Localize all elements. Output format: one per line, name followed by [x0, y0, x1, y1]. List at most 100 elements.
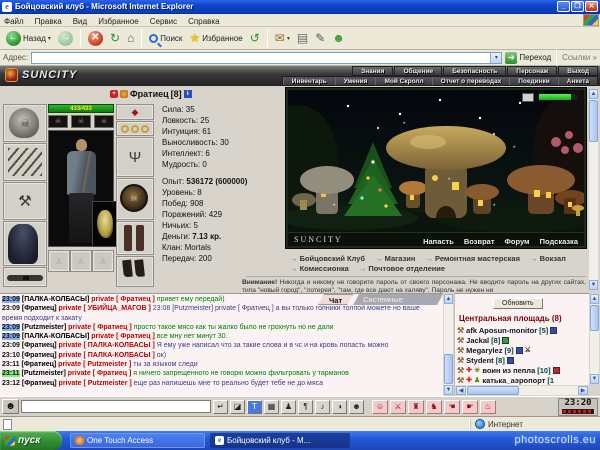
battle-log-icon[interactable]: ☠ [71, 115, 91, 128]
tower-icon[interactable]: ♜ [408, 400, 424, 414]
attack-icon[interactable]: ⚔ [390, 400, 406, 414]
disk-icon[interactable]: ▦ [264, 400, 279, 414]
messenger-button[interactable]: ☻ [330, 30, 347, 46]
nav-bottom-0[interactable]: Инвентарь [283, 77, 335, 85]
player-badge[interactable] [516, 347, 523, 354]
attack-icon[interactable]: ⚒ [457, 346, 464, 355]
location-link[interactable]: → Почтовое отделение [359, 264, 445, 273]
helmet-slot[interactable]: ☠ [3, 104, 47, 142]
nav-bottom-3[interactable]: Отчет о переводах [432, 77, 510, 85]
hammer-slot[interactable]: ⚒ [3, 182, 47, 220]
edit-button[interactable]: ✎ [313, 30, 327, 46]
refresh-button[interactable]: ↻ [108, 30, 122, 46]
scene-action-1[interactable]: Возврат [464, 237, 495, 246]
suncity-logo[interactable]: SUNCITY [5, 68, 77, 82]
online-v-scrollbar[interactable]: ▲ ▼ [589, 293, 600, 385]
player-row[interactable]: ⚒Jackal[8] [457, 335, 583, 345]
weapon-slot[interactable] [3, 143, 47, 181]
smiley-picker-button[interactable]: ☻ [2, 399, 19, 414]
scroll-up-icon[interactable]: ▲ [589, 89, 598, 99]
boots-slot[interactable] [116, 256, 154, 287]
scroll-thumb[interactable] [590, 305, 599, 331]
knight-icon[interactable]: ♞ [426, 400, 442, 414]
attack-icon[interactable]: ⚒ [457, 356, 464, 365]
attack-icon[interactable]: ⚒ [457, 336, 464, 345]
start-button[interactable]: пуск [0, 431, 62, 450]
location-link[interactable]: → Бойцовский Клуб [290, 254, 365, 263]
bird-figurine-slot[interactable] [92, 201, 117, 247]
menu-item-2[interactable]: Вид [73, 17, 87, 26]
history-button[interactable]: ↺ [248, 30, 262, 46]
go-button[interactable]: ➜ Переход [505, 52, 551, 64]
nav-top-4[interactable]: Выход [558, 66, 598, 76]
location-link[interactable]: → Вокзал [530, 254, 566, 263]
print-button[interactable]: ▤ [295, 30, 310, 46]
hot-icon[interactable]: ♨ [480, 400, 496, 414]
trophy-slot[interactable]: ♙ [70, 250, 92, 272]
player-row[interactable]: ⚒✚☣воин из пепла[10] [457, 365, 583, 375]
player-row[interactable]: ⚒✚♟катька_аэропорт[1 [457, 375, 583, 385]
menu-item-0[interactable]: Файл [4, 17, 24, 26]
people-icon[interactable]: ☻ [349, 400, 364, 414]
taskbar-task-browser[interactable]: e Бойцовский клуб - М... [210, 433, 350, 448]
menu-item-4[interactable]: Сервис [150, 17, 177, 26]
online-h-scrollbar[interactable]: ◀ ▶ [455, 385, 589, 396]
home-button[interactable]: ⌂ [125, 30, 136, 46]
scene-action-2[interactable]: Форум [505, 237, 530, 246]
player-badge[interactable] [550, 327, 557, 334]
refresh-button[interactable]: Обновить [493, 298, 543, 309]
scroll-down-icon[interactable]: ▼ [589, 280, 598, 290]
scroll-up-icon[interactable]: ▲ [590, 294, 599, 304]
location-link[interactable]: → Магазин [375, 254, 415, 263]
back-dropdown-icon[interactable]: ▾ [48, 35, 51, 42]
scroll-right-icon[interactable]: ▶ [578, 386, 588, 395]
taskbar-task-one-touch[interactable]: One Touch Access [70, 433, 205, 448]
address-dropdown-icon[interactable]: ▾ [490, 53, 501, 63]
nav-bottom-5[interactable]: Анкета [558, 77, 597, 85]
trophy-slot[interactable]: ♙ [48, 250, 70, 272]
filter-text-icon[interactable]: T [247, 400, 262, 414]
hand-right-icon[interactable]: ☛ [462, 400, 478, 414]
attack-icon[interactable]: ⚒ [457, 376, 464, 385]
amulet-slot[interactable]: ◆ [116, 104, 154, 120]
player-row[interactable]: ⚒afk Aposun-monitor[5] [457, 325, 583, 335]
battle-log-icon[interactable]: ☠ [48, 115, 68, 128]
scroll-left-icon[interactable]: ◀ [456, 386, 466, 395]
nav-top-1[interactable]: Общение [394, 66, 442, 76]
trophy-slot[interactable]: ♙ [92, 250, 114, 272]
tab-chat[interactable]: Чат [318, 294, 353, 305]
chat-scrollbar[interactable]: ▲ ▼ [443, 293, 454, 396]
maximize-button[interactable]: ❐ [571, 1, 584, 12]
scroll-down-icon[interactable]: ▼ [590, 374, 599, 384]
filter-pl-icon[interactable]: ¶ [298, 400, 313, 414]
enter-icon[interactable]: ↵ [213, 400, 228, 414]
back-button[interactable]: ← Назад ▾ [4, 30, 53, 47]
minimize-button[interactable]: _ [557, 1, 570, 12]
location-link[interactable]: → Комиссионка [290, 264, 349, 273]
belt-slot[interactable] [3, 267, 47, 287]
scroll-thumb[interactable] [467, 386, 519, 395]
links-label[interactable]: Ссылки » [562, 53, 597, 62]
attack-icon[interactable]: ⚒ [457, 326, 464, 335]
nav-bottom-1[interactable]: Умения [335, 77, 376, 85]
battle-log-icon[interactable]: ☠ [94, 115, 114, 128]
minimap-button[interactable] [522, 93, 534, 102]
smiley-icon[interactable]: ☺ [372, 400, 388, 414]
location-link[interactable]: → Ремонтная мастерская [425, 254, 520, 263]
favorites-button[interactable]: ★ Избранное [187, 30, 244, 46]
player-row[interactable]: ⚒Stydent[8] [457, 355, 583, 365]
mail-button[interactable]: ✉▾ [273, 30, 292, 46]
menu-item-3[interactable]: Избранное [98, 17, 139, 26]
scroll-thumb[interactable] [444, 354, 453, 384]
nav-top-2[interactable]: Безопасность [443, 66, 506, 76]
scroll-down-icon[interactable]: ▼ [444, 385, 453, 395]
nav-top-3[interactable]: Персонаж [507, 66, 557, 76]
shield-slot[interactable]: ☠ [116, 178, 154, 220]
scroll-up-icon[interactable]: ▲ [444, 294, 453, 304]
tab-system-messages[interactable]: Системные сообщения [353, 294, 443, 305]
main-scrollbar[interactable]: ▲ ▼ [588, 88, 599, 291]
menu-item-1[interactable]: Правка [35, 17, 62, 26]
chat-input[interactable] [21, 400, 211, 413]
clock-icon[interactable]: ◑ [332, 400, 347, 414]
eraser-icon[interactable]: ◪ [230, 400, 245, 414]
